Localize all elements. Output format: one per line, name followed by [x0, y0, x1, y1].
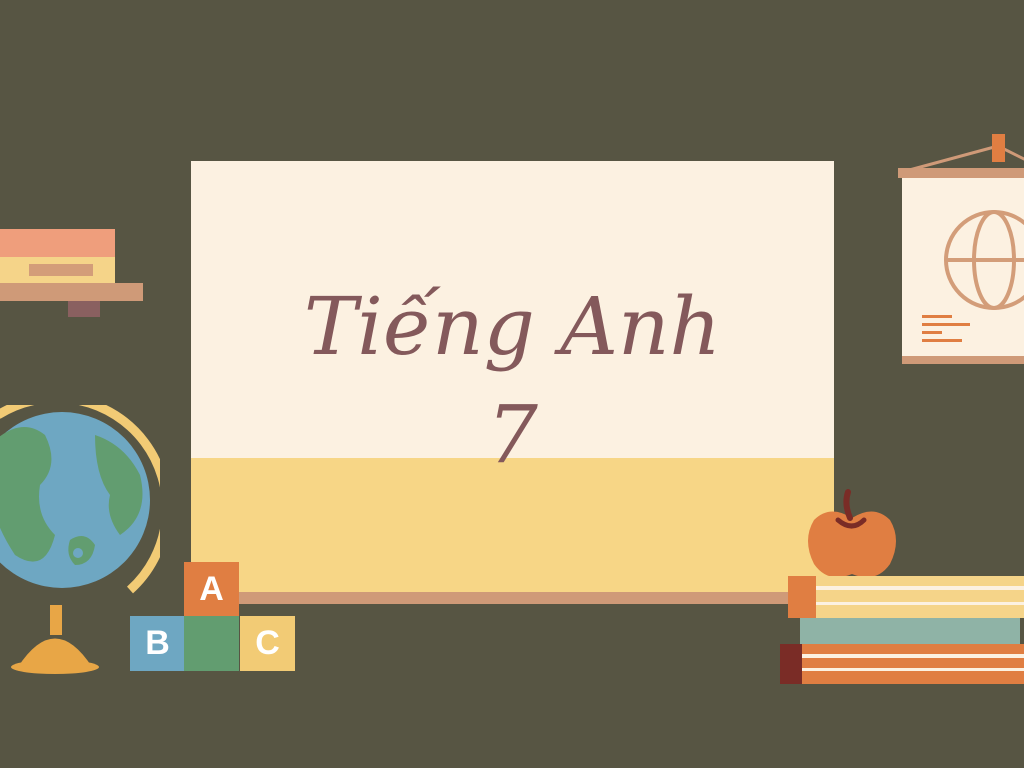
wall-map-scroll — [898, 134, 1024, 364]
slide-title: Tiếng Anh — [303, 280, 722, 373]
title-board: Tiếng Anh 7 — [189, 161, 836, 604]
block-green — [184, 616, 239, 671]
shelf-book-top — [0, 229, 115, 257]
wall-shelf — [0, 283, 143, 301]
block-a: A — [184, 562, 239, 617]
block-c: C — [240, 616, 295, 671]
book-stack — [780, 576, 1024, 684]
block-b: B — [130, 616, 185, 671]
shelf-bracket — [68, 301, 100, 317]
slide-title-block: Tiếng Anh 7 — [191, 273, 834, 489]
slide-grade: 7 — [487, 388, 538, 481]
shelf-book-stripe — [29, 264, 93, 276]
board-ledge — [189, 592, 836, 604]
